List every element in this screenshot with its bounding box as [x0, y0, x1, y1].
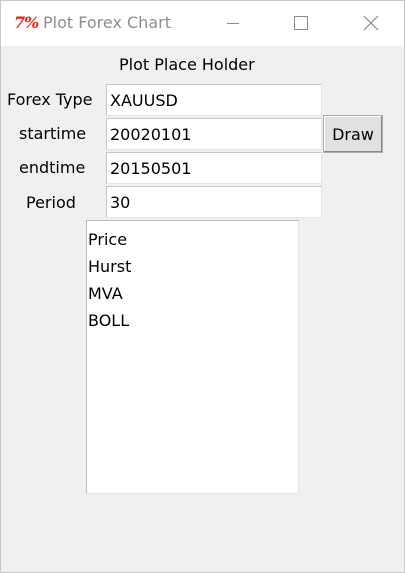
- list-item-price[interactable]: Price: [87, 226, 298, 253]
- indicator-listbox[interactable]: Price Hurst MVA BOLL: [86, 220, 299, 494]
- app-window: 7% Plot Forex Chart Plot Place Holder Fo…: [0, 0, 405, 573]
- close-button[interactable]: [348, 1, 394, 46]
- endtime-label: endtime: [19, 158, 86, 177]
- list-item-boll[interactable]: BOLL: [87, 307, 298, 334]
- title-bar[interactable]: 7% Plot Forex Chart: [1, 1, 404, 46]
- minimize-icon: [227, 23, 239, 24]
- minimize-button[interactable]: [210, 1, 256, 46]
- maximize-button[interactable]: [278, 1, 324, 46]
- starttime-label: startime: [19, 124, 87, 143]
- forex-type-label: Forex Type: [7, 90, 93, 109]
- period-input[interactable]: [106, 186, 322, 218]
- tk-feather-icon: 7%: [14, 13, 39, 32]
- starttime-input[interactable]: [106, 118, 322, 150]
- window-title: Plot Forex Chart: [43, 13, 171, 32]
- list-item-mva[interactable]: MVA: [87, 280, 298, 307]
- period-label: Period: [26, 193, 76, 212]
- forex-type-input[interactable]: [106, 84, 322, 116]
- maximize-icon: [294, 16, 308, 30]
- list-item-hurst[interactable]: Hurst: [87, 253, 298, 280]
- plot-placeholder: Plot Place Holder: [119, 55, 255, 74]
- draw-button[interactable]: Draw: [323, 115, 383, 153]
- close-icon: [363, 15, 379, 31]
- endtime-input[interactable]: [106, 152, 322, 184]
